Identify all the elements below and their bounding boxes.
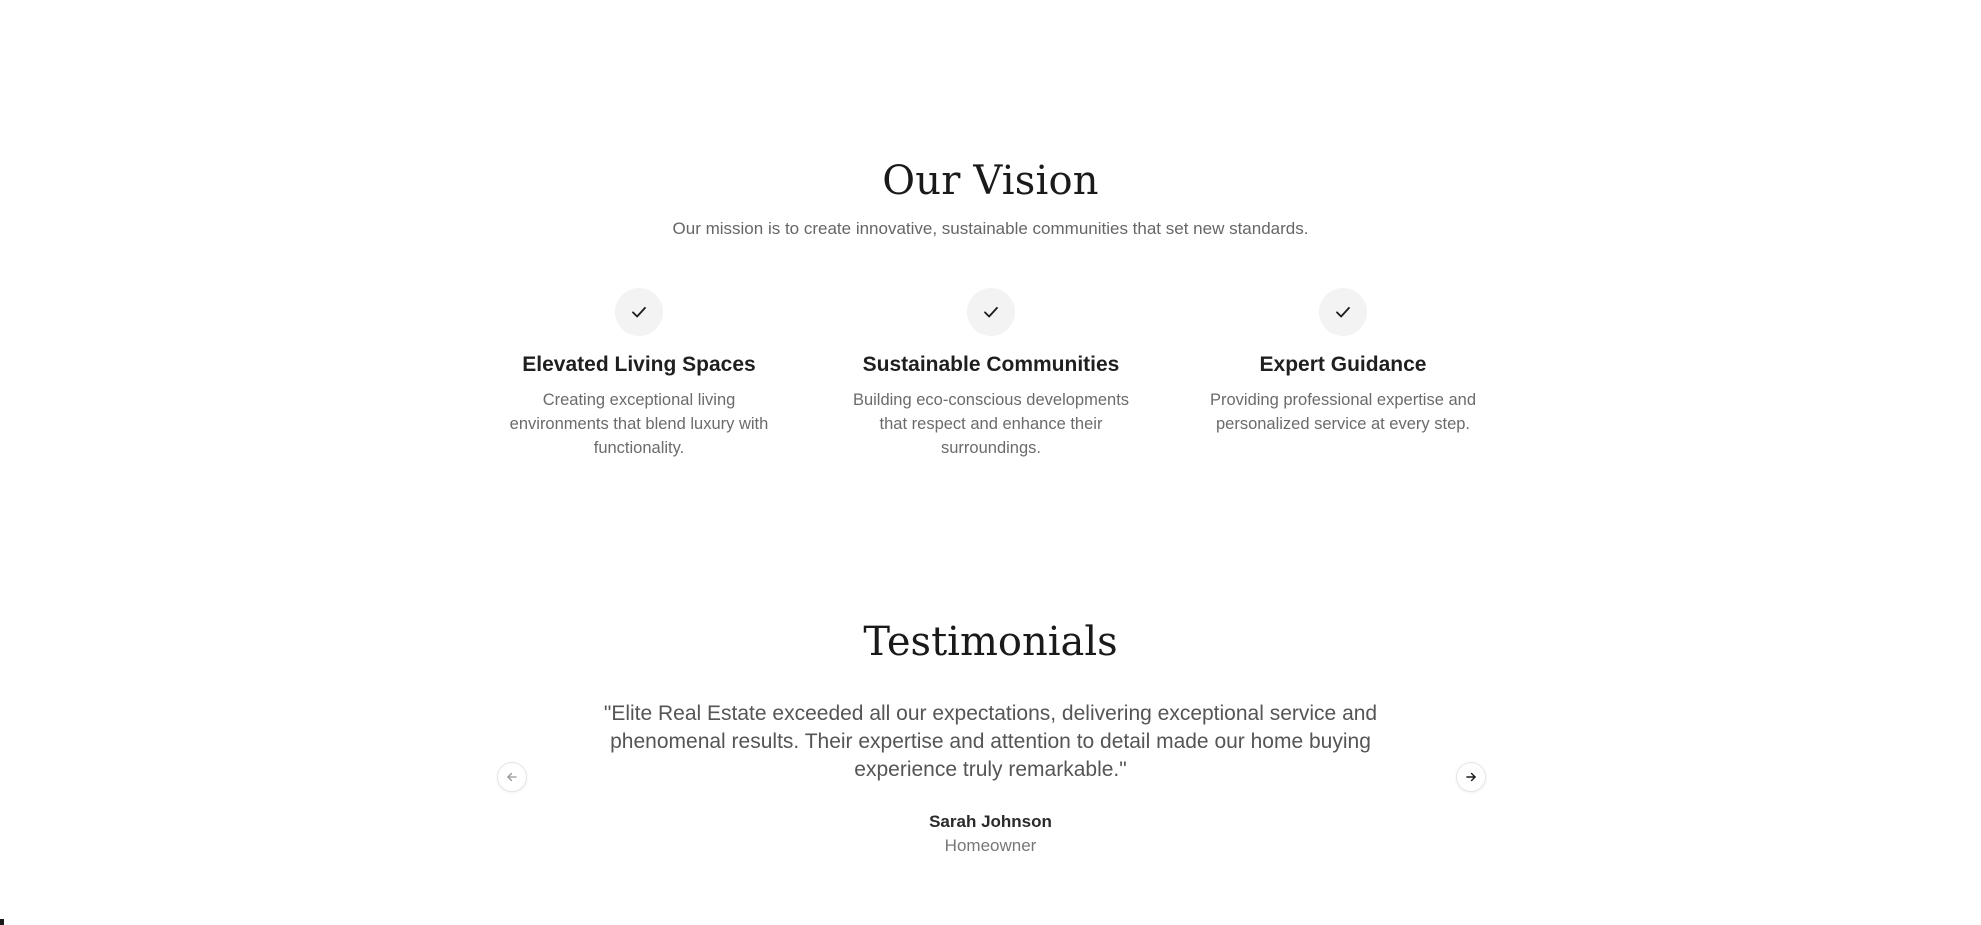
previous-testimonial-button[interactable]: [497, 762, 527, 792]
arrow-right-icon: [1464, 770, 1478, 784]
feature-card-expert-guidance: Expert Guidance Providing professional e…: [1183, 288, 1503, 436]
testimonial-author-role: Homeowner: [944, 836, 1037, 855]
feature-description: Creating exceptional living environments…: [509, 391, 769, 457]
testimonials-title: Testimonials: [863, 619, 1118, 665]
feature-card-sustainable-communities: Sustainable Communities Building eco-con…: [831, 288, 1151, 460]
feature-title: Sustainable Communities: [862, 353, 1120, 376]
feature-title: Elevated Living Spaces: [522, 353, 756, 376]
feature-card-elevated-living: Elevated Living Spaces Creating exceptio…: [479, 288, 799, 460]
check-icon: [967, 288, 1015, 336]
testimonial-author-name: Sarah Johnson: [929, 812, 1052, 831]
corner-mark: [0, 919, 4, 925]
check-icon: [615, 288, 663, 336]
arrow-left-icon: [505, 770, 519, 784]
feature-title: Expert Guidance: [1259, 353, 1427, 376]
feature-description: Building eco-conscious developments that…: [852, 391, 1130, 457]
vision-subtitle: Our mission is to create innovative, sus…: [672, 219, 1309, 238]
testimonial-quote: "Elite Real Estate exceeded all our expe…: [603, 702, 1378, 781]
vision-title: Our Vision: [882, 158, 1099, 204]
feature-description: Providing professional expertise and per…: [1210, 391, 1476, 433]
next-testimonial-button[interactable]: [1456, 762, 1486, 792]
page: Our Vision Our mission is to create inno…: [0, 0, 1981, 925]
check-icon: [1319, 288, 1367, 336]
